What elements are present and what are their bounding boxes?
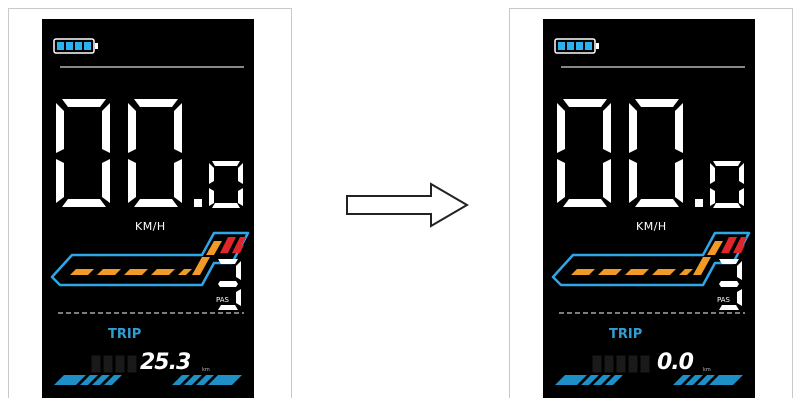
pas-label: PAS — [717, 296, 731, 304]
lcd-screen: KM/H PAS TRIP 25.3 km — [42, 19, 254, 398]
ghost-segments — [91, 355, 137, 373]
pas-label: PAS — [216, 296, 230, 304]
trip-mode-label: TRIP — [609, 327, 643, 342]
bottom-bars — [555, 375, 743, 385]
display-panel-after: KM/H PAS TRIP 0.0 km — [509, 8, 793, 398]
battery-icon — [53, 38, 98, 54]
bottom-bars — [54, 375, 242, 385]
lcd-screen: KM/H PAS TRIP 0.0 km — [543, 19, 755, 398]
trip-unit-label: km — [703, 367, 711, 373]
right-arrow-icon — [345, 182, 470, 228]
display-panel-before: KM/H PAS TRIP 25.3 km — [8, 8, 292, 398]
ghost-segments — [592, 355, 650, 373]
speed-digits — [557, 99, 744, 208]
speed-unit-label: KM/H — [135, 220, 166, 233]
lcd-graphics — [551, 38, 751, 385]
trip-unit-label: km — [202, 367, 210, 373]
speed-digits — [56, 99, 243, 208]
speed-unit-label: KM/H — [636, 220, 667, 233]
lcd-graphics — [50, 38, 250, 385]
trip-value: 25.3 — [140, 350, 191, 375]
trip-mode-label: TRIP — [108, 327, 142, 342]
battery-icon — [554, 38, 599, 54]
trip-value: 0.0 — [657, 350, 694, 375]
